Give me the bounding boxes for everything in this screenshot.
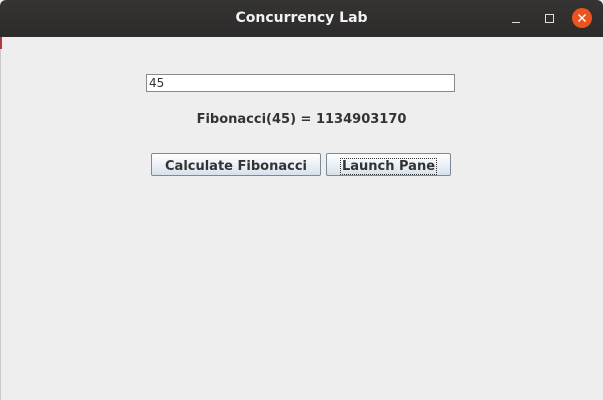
window-border (0, 37, 1, 400)
maximize-icon (544, 13, 554, 23)
title-bar[interactable]: Concurrency Lab (0, 0, 603, 37)
launch-pane-button[interactable]: Launch Pane (326, 153, 451, 176)
close-button[interactable] (572, 8, 592, 28)
minimize-icon (512, 21, 520, 23)
close-icon (578, 14, 586, 22)
maximize-button[interactable] (539, 8, 559, 28)
fibonacci-result-label: Fibonacci(45) = 1134903170 (196, 112, 407, 127)
app-window: Concurrency Lab Fibonacci(45) = 11349031… (0, 0, 603, 400)
launch-pane-label: Launch Pane (339, 158, 438, 175)
minimize-button[interactable] (506, 8, 526, 28)
window-border-accent (0, 37, 2, 49)
fibonacci-input[interactable] (146, 74, 455, 92)
calculate-fibonacci-button[interactable]: Calculate Fibonacci (151, 153, 321, 176)
